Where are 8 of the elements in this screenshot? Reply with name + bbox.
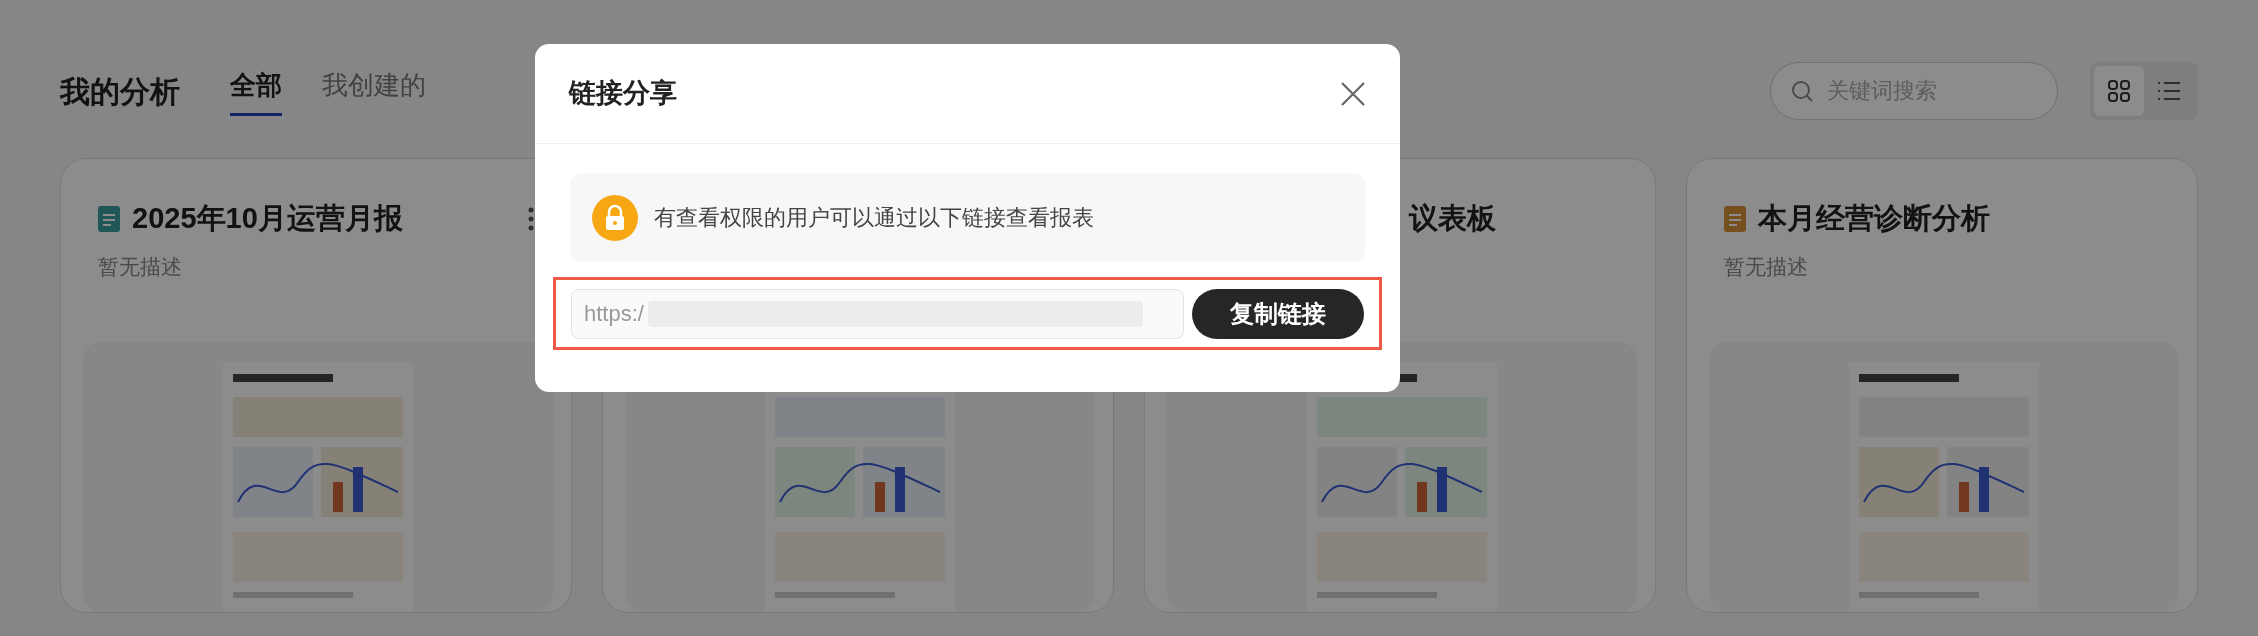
card-title: 议表板 bbox=[1409, 201, 1496, 236]
card-title: 2025年10月运营月报 bbox=[132, 201, 403, 236]
card-title: 本月经营诊断分析 bbox=[1758, 201, 1990, 236]
dialog-title: 链接分享 bbox=[569, 77, 678, 111]
card-description: 暂无描述 bbox=[1724, 254, 1808, 278]
card-description: 暂无描述 bbox=[98, 254, 182, 278]
notice-text: 有查看权限的用户可以通过以下链接查看报表 bbox=[654, 204, 1094, 232]
page-title: 我的分析 bbox=[60, 73, 180, 110]
